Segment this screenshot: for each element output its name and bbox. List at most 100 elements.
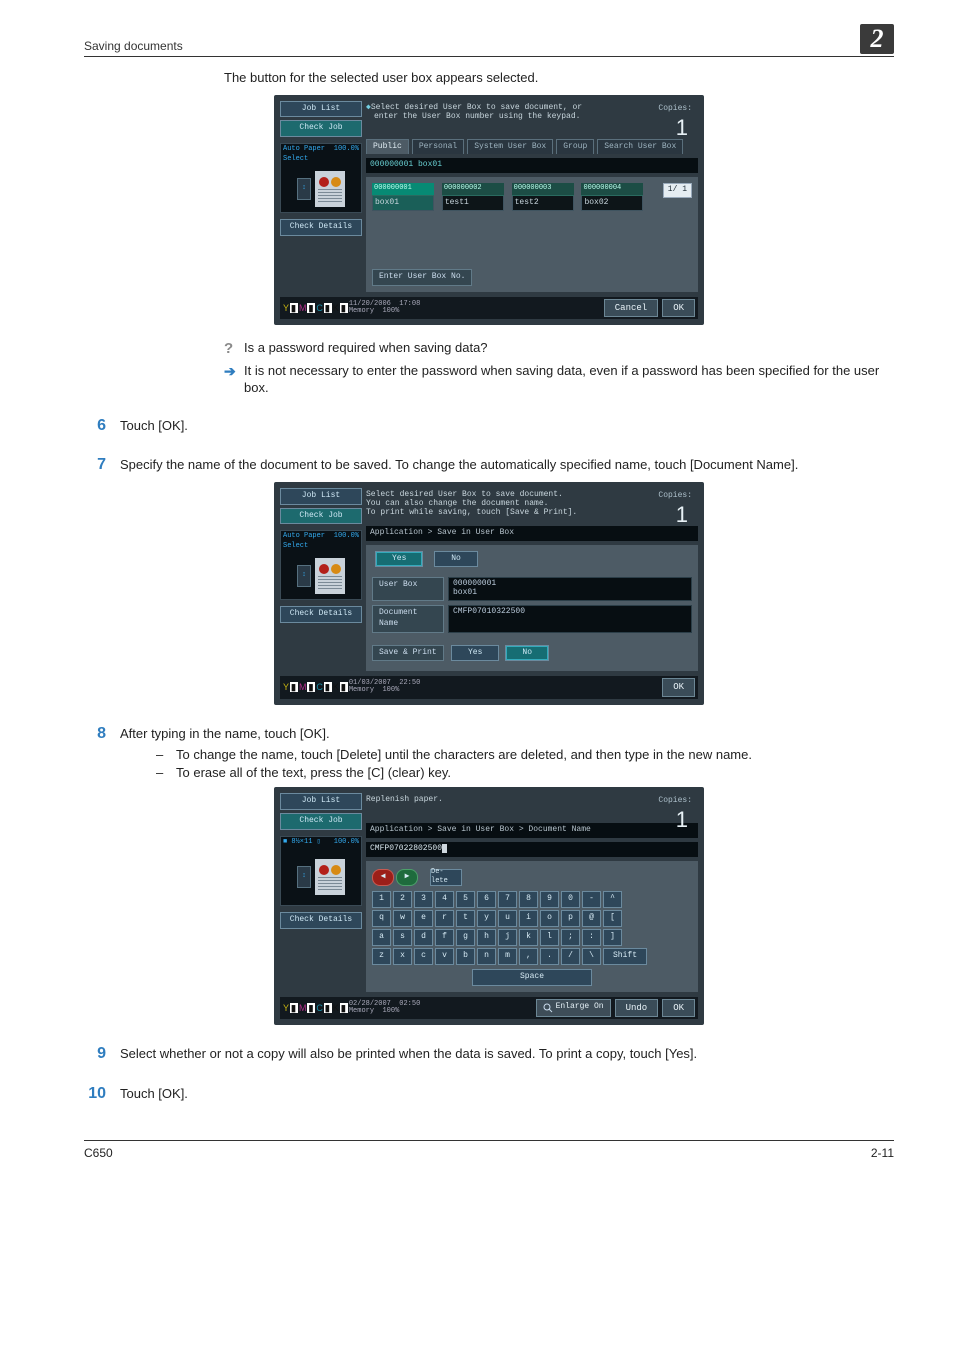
userbox-box02[interactable]: 000000004box02 <box>581 183 643 211</box>
key-@[interactable]: @ <box>582 910 601 927</box>
key-[[interactable]: [ <box>603 910 622 927</box>
key-y[interactable]: y <box>477 910 496 927</box>
check-details-button[interactable]: Check Details <box>280 912 362 929</box>
job-list-button[interactable]: Job List <box>280 488 362 505</box>
name-input-field[interactable]: CMFP07022802500_ <box>366 842 698 857</box>
tab-group[interactable]: Group <box>556 139 594 155</box>
enter-box-no-button[interactable]: Enter User Box No. <box>372 269 472 286</box>
document-name-value: CMFP07010322500 <box>448 605 692 633</box>
key-x[interactable]: x <box>393 948 412 965</box>
key-;[interactable]: ; <box>561 929 580 946</box>
tab-system[interactable]: System User Box <box>467 139 553 155</box>
key-4[interactable]: 4 <box>435 891 454 908</box>
key-1[interactable]: 1 <box>372 891 391 908</box>
key-o[interactable]: o <box>540 910 559 927</box>
key-\[interactable]: \ <box>582 948 601 965</box>
key-q[interactable]: q <box>372 910 391 927</box>
ok-button[interactable]: OK <box>662 299 695 317</box>
key-5[interactable]: 5 <box>456 891 475 908</box>
key-0[interactable]: 0 <box>561 891 580 908</box>
preview-thumb: ■ 8½×11 ▯100.0% ↕ <box>280 836 362 906</box>
saveprint-no-button[interactable]: No <box>505 645 549 662</box>
key-e[interactable]: e <box>414 910 433 927</box>
tray-icon: ↕ <box>297 866 311 888</box>
check-details-button[interactable]: Check Details <box>280 606 362 623</box>
userbox-button[interactable]: User Box <box>372 577 444 601</box>
key-s[interactable]: s <box>393 929 412 946</box>
userbox-test1[interactable]: 000000002test1 <box>442 183 504 211</box>
userbox-box01[interactable]: 000000001box01 <box>372 183 434 211</box>
key-z[interactable]: z <box>372 948 391 965</box>
key-m[interactable]: m <box>498 948 517 965</box>
document-name-button[interactable]: Document Name <box>372 605 444 633</box>
key-^[interactable]: ^ <box>603 891 622 908</box>
undo-button[interactable]: Undo <box>615 999 659 1017</box>
key-h[interactable]: h <box>477 929 496 946</box>
kb-row-1: 1234567890-^ <box>372 891 692 908</box>
key-k[interactable]: k <box>519 929 538 946</box>
check-details-button[interactable]: Check Details <box>280 219 362 236</box>
key-r[interactable]: r <box>435 910 454 927</box>
key-6[interactable]: 6 <box>477 891 496 908</box>
key-,[interactable]: , <box>519 948 538 965</box>
ok-button[interactable]: OK <box>662 999 695 1017</box>
key-.[interactable]: . <box>540 948 559 965</box>
shift-key[interactable]: Shift <box>603 948 647 965</box>
save-no-button[interactable]: No <box>434 551 478 568</box>
job-list-button[interactable]: Job List <box>280 793 362 810</box>
key-/[interactable]: / <box>561 948 580 965</box>
key-j[interactable]: j <box>498 929 517 946</box>
key-v[interactable]: v <box>435 948 454 965</box>
key--[interactable]: - <box>582 891 601 908</box>
answer-arrow-icon: ➔ <box>224 362 244 397</box>
tab-public[interactable]: Public <box>366 139 409 155</box>
key-8[interactable]: 8 <box>519 891 538 908</box>
key-9[interactable]: 9 <box>540 891 559 908</box>
tab-search[interactable]: Search User Box <box>597 139 683 155</box>
cancel-button[interactable]: Cancel <box>604 299 658 317</box>
key-u[interactable]: u <box>498 910 517 927</box>
arrow-right-icon[interactable]: ▶ <box>396 869 418 886</box>
footer-model: C650 <box>84 1145 113 1161</box>
autopaper-label: Auto Paper Select <box>283 145 334 164</box>
key-][interactable]: ] <box>603 929 622 946</box>
key-p[interactable]: p <box>561 910 580 927</box>
ok-button[interactable]: OK <box>662 678 695 696</box>
key-d[interactable]: d <box>414 929 433 946</box>
key-l[interactable]: l <box>540 929 559 946</box>
key-a[interactable]: a <box>372 929 391 946</box>
copies-count: 1 <box>676 113 688 143</box>
tab-personal[interactable]: Personal <box>412 139 464 155</box>
job-list-button[interactable]: Job List <box>280 101 362 118</box>
check-job-button[interactable]: Check Job <box>280 508 362 525</box>
key-:[interactable]: : <box>582 929 601 946</box>
key-i[interactable]: i <box>519 910 538 927</box>
save-yes-button[interactable]: Yes <box>375 551 423 568</box>
delete-button[interactable]: De- lete <box>430 869 462 886</box>
zoom-label: 100.0% <box>334 145 359 164</box>
step-6-text: Touch [OK]. <box>120 415 894 437</box>
saveprint-yes-button[interactable]: Yes <box>451 645 499 662</box>
key-f[interactable]: f <box>435 929 454 946</box>
space-key[interactable]: Space <box>472 969 592 986</box>
key-3[interactable]: 3 <box>414 891 433 908</box>
key-c[interactable]: c <box>414 948 433 965</box>
key-t[interactable]: t <box>456 910 475 927</box>
arrow-left-icon[interactable]: ◀ <box>372 869 394 886</box>
document-icon <box>315 859 345 895</box>
key-g[interactable]: g <box>456 929 475 946</box>
key-2[interactable]: 2 <box>393 891 412 908</box>
enlarge-button[interactable]: Enlarge On <box>536 999 611 1017</box>
breadcrumb: Application > Save in User Box <box>366 526 698 541</box>
step-8-text: After typing in the name, touch [OK]. <box>120 725 894 743</box>
userbox-test2[interactable]: 000000003test2 <box>512 183 574 211</box>
chapter-badge: 2 <box>860 24 894 54</box>
key-w[interactable]: w <box>393 910 412 927</box>
key-n[interactable]: n <box>477 948 496 965</box>
key-7[interactable]: 7 <box>498 891 517 908</box>
check-job-button[interactable]: Check Job <box>280 120 362 137</box>
key-b[interactable]: b <box>456 948 475 965</box>
step-8-num: 8 <box>84 723 120 782</box>
check-job-button[interactable]: Check Job <box>280 813 362 830</box>
breadcrumb: Application > Save in User Box > Documen… <box>366 823 698 838</box>
